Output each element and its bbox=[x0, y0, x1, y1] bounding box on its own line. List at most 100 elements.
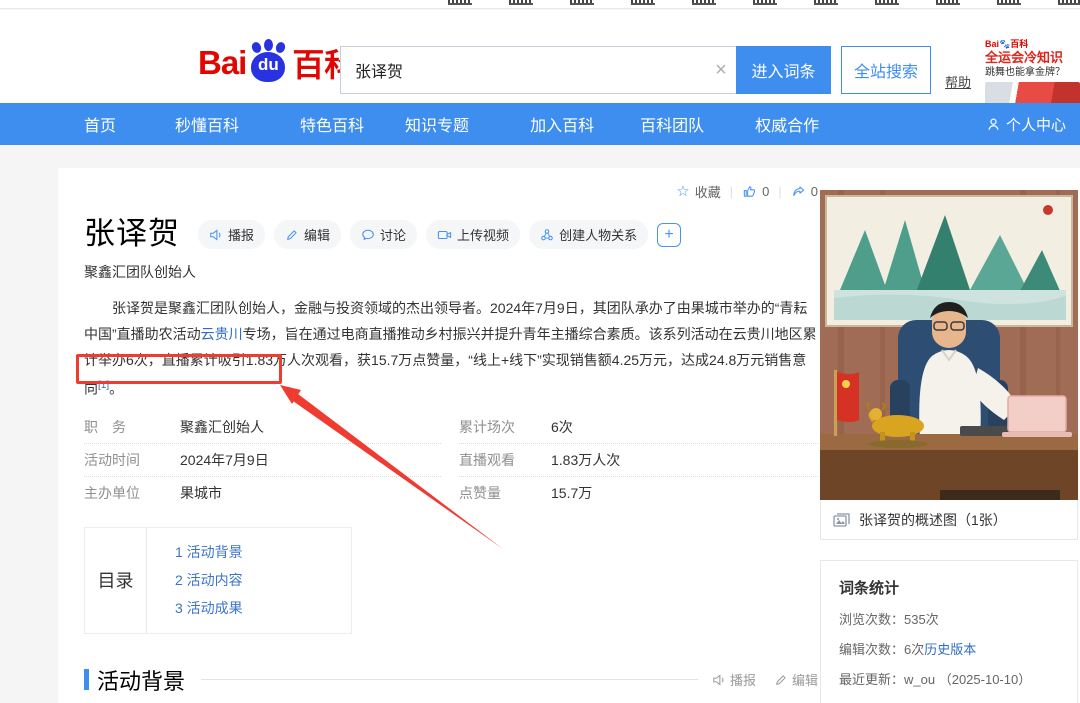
search-box: × bbox=[340, 46, 736, 94]
link-yunguichuan[interactable]: 云贵川 bbox=[201, 326, 243, 342]
relation-graph-icon bbox=[540, 228, 554, 242]
user-center-label: 个人中心 bbox=[1006, 114, 1066, 135]
edit-label: 编辑 bbox=[304, 225, 330, 244]
nav-item-zhishi[interactable]: 知识专题 bbox=[405, 112, 469, 136]
top-link-truncated[interactable] bbox=[814, 0, 838, 5]
summary-paragraph: 张译贺是聚鑫汇团队创始人，金融与投资领域的杰出领导者。2024年7月9日，其团队… bbox=[84, 295, 818, 402]
infobox-row-viewers: 直播观看 1.83万人次 bbox=[459, 444, 818, 477]
promo-subtitle: 跳舞也能拿金牌？ bbox=[985, 66, 1080, 79]
top-link-truncated[interactable] bbox=[997, 0, 1021, 5]
infobox-row-position: 职 务 聚鑫汇创始人 bbox=[84, 411, 441, 444]
top-link-truncated[interactable] bbox=[936, 0, 960, 5]
like-count: 0 bbox=[762, 184, 769, 199]
section-broadcast-button[interactable]: 播报 bbox=[712, 670, 756, 689]
overview-image-caption[interactable]: 张译贺的概述图（1张） bbox=[820, 500, 1078, 540]
stat-edits: 编辑次数：6次历史版本 bbox=[839, 639, 1059, 658]
baike-logo[interactable]: Bai du 百科 bbox=[198, 40, 356, 86]
search-input[interactable] bbox=[341, 61, 706, 79]
promo-banner[interactable]: Bai🐾百科 全运会冷知识 跳舞也能拿金牌？ bbox=[985, 37, 1080, 113]
speaker-icon bbox=[712, 673, 726, 687]
search-area: × 进入词条 全站搜索 bbox=[340, 46, 931, 94]
nav-item-miaodong[interactable]: 秒懂百科 bbox=[175, 112, 239, 136]
infobox-value: 果城市 bbox=[180, 483, 222, 503]
top-link-truncated[interactable] bbox=[753, 0, 777, 5]
table-of-contents: 目录 1 活动背景 2 活动内容 3 活动成果 bbox=[84, 527, 352, 634]
top-link-truncated[interactable] bbox=[570, 0, 594, 5]
section-accent-bar bbox=[84, 669, 89, 690]
clear-search-icon[interactable]: × bbox=[706, 59, 736, 82]
discuss-button[interactable]: 讨论 bbox=[350, 220, 417, 249]
discuss-label: 讨论 bbox=[380, 225, 406, 244]
infobox-label: 活动时间 bbox=[84, 450, 174, 470]
top-link-truncated[interactable] bbox=[631, 0, 655, 5]
favorite-label: 收藏 bbox=[695, 182, 721, 201]
share-button[interactable]: 0 bbox=[791, 184, 818, 199]
image-icon bbox=[833, 512, 851, 528]
top-link-truncated[interactable] bbox=[692, 0, 716, 5]
history-versions-link[interactable]: 历史版本 bbox=[924, 642, 976, 657]
promo-mini-logo: Bai🐾百科 bbox=[985, 37, 1080, 50]
infobox-label: 职 务 bbox=[84, 417, 174, 437]
site-search-button[interactable]: 全站搜索 bbox=[841, 46, 931, 94]
top-link-truncated[interactable] bbox=[509, 0, 533, 5]
share-icon bbox=[791, 184, 806, 199]
nav-item-jiaru[interactable]: 加入百科 bbox=[530, 112, 594, 136]
enter-entry-button[interactable]: 进入词条 bbox=[736, 46, 831, 94]
top-link-truncated[interactable] bbox=[1058, 0, 1080, 5]
infobox: 职 务 聚鑫汇创始人 活动时间 2024年7月9日 主办单位 果城市 累计场次 bbox=[84, 411, 818, 509]
toc-item-content[interactable]: 2 活动内容 bbox=[175, 570, 243, 591]
title-row: 张译贺 播报 编辑 讨论 上 bbox=[84, 208, 818, 253]
infobox-row-likes: 点赞量 15.7万 bbox=[459, 477, 818, 509]
toc-title: 目录 bbox=[85, 528, 147, 633]
share-count: 0 bbox=[811, 184, 818, 199]
pencil-icon bbox=[774, 673, 788, 687]
broadcast-button[interactable]: 播报 bbox=[198, 220, 265, 249]
add-to-collection-button[interactable]: + bbox=[657, 223, 681, 247]
section-divider bbox=[201, 679, 698, 680]
infobox-row-organizer: 主办单位 果城市 bbox=[84, 477, 441, 509]
create-relation-button[interactable]: 创建人物关系 bbox=[529, 220, 648, 249]
top-link-truncated[interactable] bbox=[875, 0, 899, 5]
infobox-label: 直播观看 bbox=[459, 450, 529, 470]
nav-item-home[interactable]: 首页 bbox=[84, 112, 116, 136]
section-edit-label: 编辑 bbox=[792, 670, 818, 689]
toc-item-results[interactable]: 3 活动成果 bbox=[175, 598, 243, 619]
content-card: ☆ 收藏 | 0 | 0 张译贺 播报 bbox=[58, 168, 1080, 703]
favorite-button[interactable]: ☆ 收藏 bbox=[676, 182, 720, 201]
chat-bubble-icon bbox=[361, 228, 375, 242]
main-column: ☆ 收藏 | 0 | 0 张译贺 播报 bbox=[84, 182, 818, 703]
nav-item-tese[interactable]: 特色百科 bbox=[300, 112, 364, 136]
nav-item-quanwei[interactable]: 权威合作 bbox=[755, 112, 819, 136]
baike-page: Bai du 百科 × 进入词条 全站搜索 帮助 Bai🐾百科 全运会冷知识 跳… bbox=[0, 0, 1080, 703]
entry-top-actions: ☆ 收藏 | 0 | 0 bbox=[84, 182, 818, 200]
toc-item-background[interactable]: 1 活动背景 bbox=[175, 542, 243, 563]
like-button[interactable]: 0 bbox=[742, 184, 769, 199]
upload-video-button[interactable]: 上传视频 bbox=[426, 220, 520, 249]
stat-updated: 最近更新：w_ou （2025-10-10） bbox=[839, 669, 1059, 688]
entry-subtitle: 聚鑫汇团队创始人 bbox=[84, 262, 818, 282]
create-relation-label: 创建人物关系 bbox=[559, 225, 637, 244]
thumbs-up-icon bbox=[742, 184, 757, 199]
main-nav: 首页 秒懂百科 特色百科 知识专题 加入百科 百科团队 权威合作 个人中心 bbox=[0, 103, 1080, 145]
section-broadcast-label: 播报 bbox=[730, 670, 756, 689]
top-link-truncated[interactable] bbox=[448, 0, 472, 5]
help-link[interactable]: 帮助 bbox=[945, 72, 971, 91]
profile-photo[interactable] bbox=[820, 190, 1078, 500]
reference-1-link[interactable]: [1] bbox=[98, 380, 109, 391]
video-camera-icon bbox=[437, 228, 452, 242]
infobox-value: 15.7万 bbox=[551, 483, 592, 503]
nav-item-tuandui[interactable]: 百科团队 bbox=[640, 112, 704, 136]
star-icon: ☆ bbox=[676, 184, 689, 199]
speaker-icon bbox=[209, 228, 223, 242]
stats-title: 词条统计 bbox=[839, 577, 1059, 598]
user-center[interactable]: 个人中心 bbox=[986, 114, 1066, 135]
header: Bai du 百科 × 进入词条 全站搜索 帮助 Bai🐾百科 全运会冷知识 跳… bbox=[0, 10, 1080, 103]
broadcast-label: 播报 bbox=[228, 225, 254, 244]
edit-button[interactable]: 编辑 bbox=[274, 220, 341, 249]
stat-views: 浏览次数：535次 bbox=[839, 609, 1059, 628]
entry-toolbar: 播报 编辑 讨论 上传视频 bbox=[198, 220, 681, 249]
caption-text: 张译贺的概述图（1张） bbox=[859, 510, 1007, 530]
infobox-label: 主办单位 bbox=[84, 483, 174, 503]
top-nav-truncated bbox=[0, 0, 1080, 9]
section-edit-button[interactable]: 编辑 bbox=[774, 670, 818, 689]
